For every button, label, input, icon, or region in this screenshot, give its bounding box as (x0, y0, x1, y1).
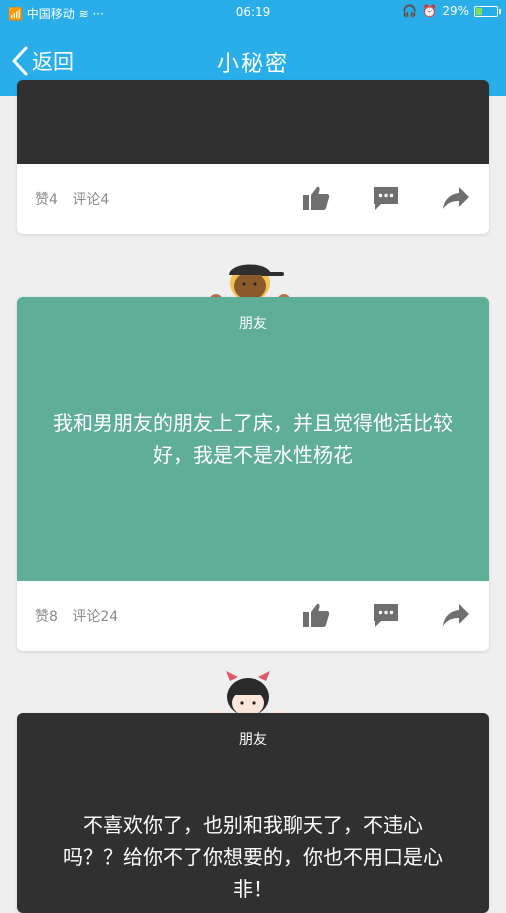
post-actions (301, 600, 471, 630)
post-body (17, 80, 489, 164)
comment-count: 评论4 (72, 192, 110, 208)
post-counts: 赞4 评论4 (35, 189, 109, 209)
like-button[interactable] (301, 183, 331, 213)
battery-icon (474, 5, 501, 17)
comment-button[interactable] (371, 183, 401, 213)
post-actions (301, 183, 471, 213)
post-tag: 朋友 (239, 732, 267, 748)
alarm-icon: ⏰ (422, 4, 438, 18)
post-text: 不喜欢你了，也别和我聊天了，不违心吗？？给你不了你想要的，你也不用口是心非！ (63, 813, 443, 901)
post-card-1[interactable]: 赞4 评论4 (17, 80, 489, 234)
share-button[interactable] (441, 183, 471, 213)
post-card-2[interactable]: 朋友 我和男朋友的朋友上了床，并且觉得他活比较好，我是不是水性杨花 赞8 评论2… (17, 297, 489, 651)
post-card-3[interactable]: 朋友 不喜欢你了，也别和我聊天了，不违心吗？？给你不了你想要的，你也不用口是心非… (17, 713, 489, 913)
like-count: 赞4 (35, 192, 58, 208)
like-count: 赞8 (35, 609, 58, 625)
share-icon (443, 187, 469, 209)
post-body: 朋友 不喜欢你了，也别和我聊天了，不违心吗？？给你不了你想要的，你也不用口是心非… (17, 713, 489, 913)
comment-button[interactable] (371, 600, 401, 630)
post-counts: 赞8 评论24 (35, 606, 118, 626)
headphones-icon: 🎧 (402, 4, 418, 18)
battery-percent: 29% (442, 4, 469, 18)
post-body: 朋友 我和男朋友的朋友上了床，并且觉得他活比较好，我是不是水性杨花 (17, 297, 489, 581)
post-footer: 赞4 评论4 (17, 164, 489, 234)
share-icon (443, 604, 469, 626)
comment-icon (374, 604, 398, 627)
post-footer: 赞8 评论24 (17, 581, 489, 651)
boy-cap-avatar (210, 264, 290, 303)
thumbs-up-icon (303, 186, 330, 210)
status-right: 🎧 ⏰ 29% (402, 4, 501, 18)
post-tag: 朋友 (239, 316, 267, 332)
comment-icon (374, 187, 398, 210)
thumbs-up-icon (303, 603, 330, 627)
battery-fill (476, 7, 483, 15)
page-title: 小秘密 (216, 52, 289, 77)
comment-count: 评论24 (72, 609, 119, 625)
status-bar: 📶 中国移动 ≋ ··· 06:19 🎧 ⏰ 29% (0, 0, 506, 26)
girl-cat-ears-avatar (210, 671, 286, 719)
share-button[interactable] (441, 600, 471, 630)
post-text: 我和男朋友的朋友上了床，并且觉得他活比较好，我是不是水性杨花 (53, 411, 453, 467)
like-button[interactable] (301, 600, 331, 630)
